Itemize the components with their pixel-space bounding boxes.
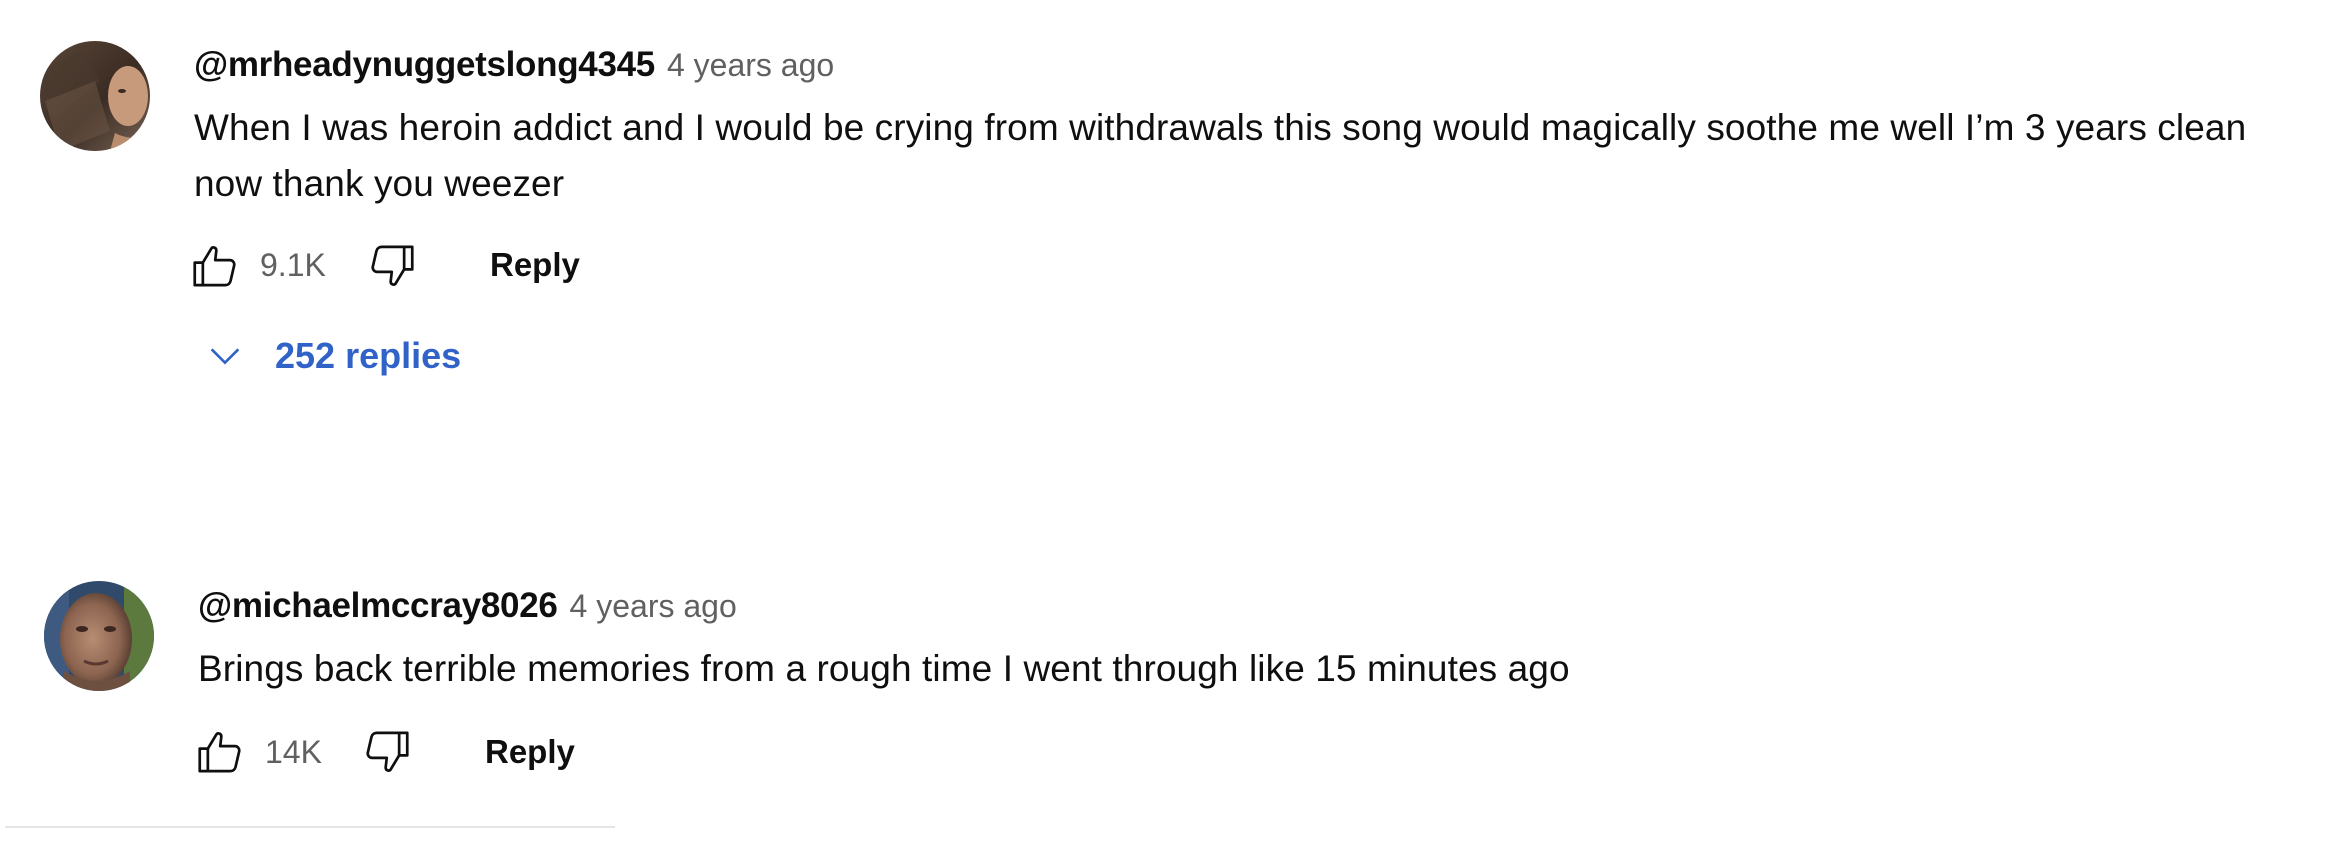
like-count: 14K: [265, 734, 322, 770]
replies-count-label: 252 replies: [275, 335, 462, 376]
thumbs-up-icon: [198, 732, 241, 773]
comment-text-line: When I was heroin addict and I would be …: [194, 107, 2247, 148]
comment-timestamp[interactable]: 4 years ago: [570, 588, 737, 625]
thumbs-down-icon: [371, 245, 414, 286]
thumbs-down-icon: [366, 731, 409, 772]
like-button[interactable]: [185, 236, 245, 296]
user-photo-avatar: [44, 581, 154, 691]
like-count: 9.1K: [260, 247, 326, 283]
reply-button[interactable]: Reply: [485, 732, 575, 772]
author-name[interactable]: @mrheadynuggetslong4345: [194, 45, 655, 85]
comment-header: @mrheadynuggetslong4345 4 years ago: [194, 45, 834, 89]
avatar[interactable]: [44, 581, 154, 691]
comment-timestamp[interactable]: 4 years ago: [667, 47, 834, 84]
comment-text: Brings back terrible memories from a rou…: [198, 641, 2345, 697]
comment-header: @michaelmccray8026 4 years ago: [198, 586, 737, 630]
avatar[interactable]: [40, 41, 150, 151]
reply-button[interactable]: Reply: [490, 245, 580, 285]
comment-text: When I was heroin addict and I would be …: [194, 100, 2345, 212]
dislike-button[interactable]: [357, 722, 417, 782]
like-button[interactable]: [190, 722, 250, 782]
divider: [5, 826, 615, 828]
dislike-button[interactable]: [362, 236, 422, 296]
view-replies-button[interactable]: 252 replies: [205, 335, 461, 377]
comment-text-line: Brings back terrible memories from a rou…: [198, 648, 1570, 689]
thumbs-up-icon: [193, 246, 236, 287]
author-name[interactable]: @michaelmccray8026: [198, 586, 558, 626]
comment-text-line: now thank you weezer: [194, 163, 565, 204]
chevron-down-icon: [210, 348, 240, 365]
user-photo-avatar: [40, 41, 150, 151]
